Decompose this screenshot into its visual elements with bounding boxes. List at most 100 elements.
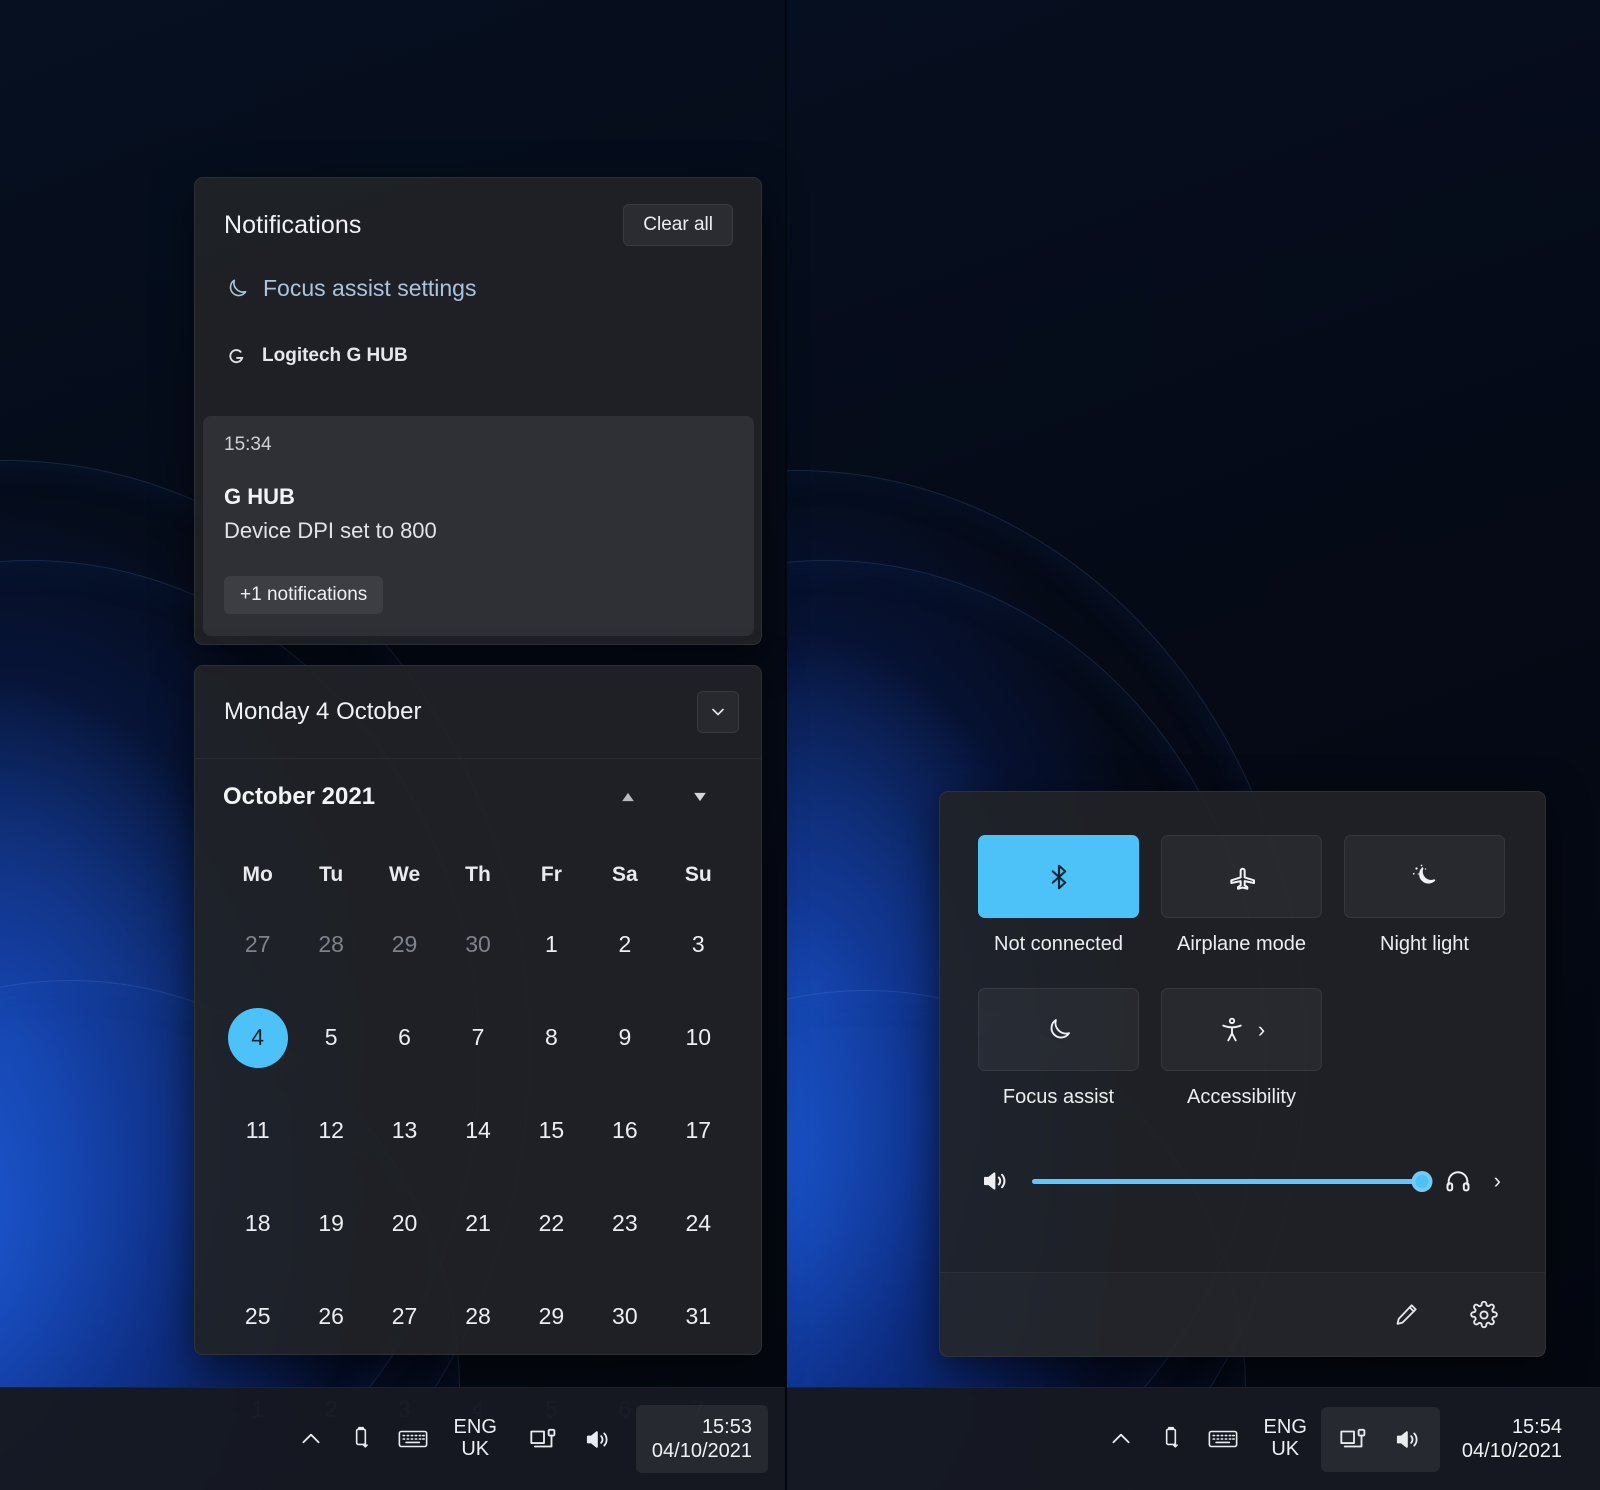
calendar-day[interactable]: 30 bbox=[448, 915, 508, 975]
clock-right[interactable]: 15:54 04/10/2021 bbox=[1446, 1405, 1578, 1473]
calendar-month-label[interactable]: October 2021 bbox=[223, 783, 375, 811]
calendar-day[interactable]: 21 bbox=[448, 1194, 508, 1254]
calendar-day[interactable]: 23 bbox=[595, 1194, 655, 1254]
volume-icon[interactable] bbox=[571, 1415, 624, 1464]
network-volume-group-left[interactable] bbox=[511, 1407, 630, 1472]
more-notifications-button[interactable]: +1 notifications bbox=[224, 576, 384, 614]
calendar-expand-button[interactable] bbox=[697, 691, 739, 733]
quick-setting-tile[interactable] bbox=[1161, 835, 1322, 918]
calendar-week-row: 25 26 27 28 29 30 31 bbox=[221, 1281, 735, 1352]
clock-left[interactable]: 15:53 04/10/2021 bbox=[635, 1405, 768, 1473]
calendar-day[interactable]: 27 bbox=[375, 1287, 435, 1347]
calendar-day[interactable]: 18 bbox=[228, 1194, 288, 1254]
calendar-day[interactable]: 25 bbox=[228, 1287, 288, 1347]
focus-assist-settings-label: Focus assist settings bbox=[263, 275, 477, 301]
chevron-up-icon bbox=[298, 1426, 324, 1452]
volume-icon[interactable] bbox=[980, 1166, 1010, 1196]
calendar-week-row: 27 28 29 30 1 2 3 bbox=[221, 909, 735, 980]
quick-setting-tile-label: Airplane mode bbox=[1177, 933, 1306, 955]
quick-setting-tile[interactable] bbox=[1344, 835, 1505, 918]
clear-all-button[interactable]: Clear all bbox=[623, 204, 733, 246]
calendar-cell: 18 bbox=[221, 1188, 294, 1259]
calendar-day[interactable]: 27 bbox=[228, 915, 288, 975]
calendar-day[interactable]: 31 bbox=[668, 1287, 728, 1347]
calendar-day[interactable]: 17 bbox=[668, 1101, 728, 1161]
volume-icon[interactable] bbox=[1381, 1415, 1434, 1464]
chevron-up-icon bbox=[1108, 1426, 1134, 1452]
network-icon[interactable] bbox=[1327, 1416, 1381, 1462]
calendar-nav-group bbox=[615, 784, 731, 810]
calendar-cell: 13 bbox=[368, 1095, 441, 1166]
clock-date: 04/10/2021 bbox=[651, 1440, 752, 1462]
calendar-day[interactable]: 8 bbox=[521, 1008, 581, 1068]
calendar-cell: 22 bbox=[515, 1188, 588, 1259]
calendar-day[interactable]: 12 bbox=[301, 1101, 361, 1161]
calendar-day[interactable]: 24 bbox=[668, 1194, 728, 1254]
volume-slider-thumb[interactable] bbox=[1411, 1170, 1433, 1192]
calendar-day[interactable]: 28 bbox=[301, 915, 361, 975]
calendar-day-today[interactable]: 4 bbox=[227, 1007, 288, 1068]
calendar-day[interactable]: 16 bbox=[595, 1101, 655, 1161]
calendar-cell: 8 bbox=[515, 1002, 588, 1073]
calendar-day[interactable]: 2 bbox=[595, 915, 655, 975]
calendar-day[interactable]: 19 bbox=[301, 1194, 361, 1254]
chevron-right-icon[interactable]: › bbox=[1258, 1018, 1265, 1041]
calendar-prev-button[interactable] bbox=[615, 784, 641, 810]
keyboard-icon[interactable] bbox=[386, 1417, 440, 1461]
calendar-week-row: 4 5 6 7 8 9 10 bbox=[221, 1002, 735, 1073]
calendar-day[interactable]: 10 bbox=[668, 1008, 728, 1068]
calendar-header[interactable]: Monday 4 October bbox=[195, 666, 761, 759]
quick-settings-footer bbox=[940, 1272, 1545, 1356]
night-light-icon bbox=[1410, 862, 1440, 892]
headphones-icon[interactable] bbox=[1444, 1167, 1472, 1195]
settings-button[interactable] bbox=[1467, 1298, 1501, 1332]
pencil-icon bbox=[1393, 1301, 1420, 1328]
network-volume-group-right[interactable] bbox=[1320, 1406, 1440, 1472]
quick-setting-tile[interactable] bbox=[978, 835, 1139, 918]
calendar-day[interactable]: 5 bbox=[301, 1008, 361, 1068]
network-icon[interactable] bbox=[517, 1416, 571, 1462]
calendar-day[interactable]: 14 bbox=[448, 1101, 508, 1161]
notifications-title: Notifications bbox=[224, 210, 362, 239]
keyboard-icon[interactable] bbox=[1196, 1417, 1250, 1461]
calendar-day[interactable]: 22 bbox=[521, 1194, 581, 1254]
language-indicator[interactable]: ENG UK bbox=[1250, 1411, 1321, 1466]
clock-time: 15:53 bbox=[701, 1416, 752, 1438]
calendar-day[interactable]: 29 bbox=[375, 915, 435, 975]
calendar-day[interactable]: 1 bbox=[521, 915, 581, 975]
calendar-cell: 6 bbox=[368, 1002, 441, 1073]
moon-icon bbox=[224, 276, 250, 302]
calendar-next-button[interactable] bbox=[687, 784, 713, 810]
calendar-day[interactable]: 3 bbox=[668, 915, 728, 975]
language-indicator[interactable]: ENG UK bbox=[440, 1411, 511, 1466]
calendar-cell: 17 bbox=[662, 1095, 735, 1166]
focus-assist-settings-link[interactable]: Focus assist settings bbox=[195, 246, 761, 302]
calendar-week-row: 11 12 13 14 15 16 17 bbox=[221, 1095, 735, 1166]
quick-setting-tile[interactable] bbox=[978, 988, 1139, 1071]
show-hidden-icons-button[interactable] bbox=[286, 1416, 336, 1462]
calendar-day[interactable]: 6 bbox=[375, 1008, 435, 1068]
audio-output-arrow[interactable]: › bbox=[1494, 1168, 1501, 1194]
notification-card[interactable]: 15:34 G HUB Device DPI set to 800 +1 not… bbox=[203, 416, 754, 636]
calendar-day[interactable]: 7 bbox=[448, 1008, 508, 1068]
calendar-day[interactable]: 28 bbox=[448, 1287, 508, 1347]
volume-slider[interactable] bbox=[1032, 1168, 1433, 1194]
edit-quick-settings-button[interactable] bbox=[1389, 1298, 1423, 1332]
quick-setting-tile[interactable]: › bbox=[1161, 988, 1322, 1071]
calendar-day[interactable]: 13 bbox=[375, 1101, 435, 1161]
calendar-day[interactable]: 11 bbox=[228, 1101, 288, 1161]
usb-eject-icon[interactable] bbox=[336, 1416, 386, 1462]
notification-app-group[interactable]: Logitech G HUB bbox=[195, 302, 761, 367]
calendar-day[interactable]: 29 bbox=[521, 1287, 581, 1347]
usb-eject-icon[interactable] bbox=[1146, 1416, 1196, 1462]
calendar-day[interactable]: 30 bbox=[595, 1287, 655, 1347]
calendar-day[interactable]: 15 bbox=[521, 1101, 581, 1161]
calendar-day[interactable]: 20 bbox=[375, 1194, 435, 1254]
taskbar-right: ENG UK 15:54 04/10/2021 bbox=[786, 1387, 1600, 1490]
notification-app-name: Logitech G HUB bbox=[262, 345, 408, 366]
accessibility-icon bbox=[1218, 1016, 1246, 1044]
calendar-day[interactable]: 9 bbox=[595, 1008, 655, 1068]
calendar-day[interactable]: 26 bbox=[301, 1287, 361, 1347]
show-hidden-icons-button[interactable] bbox=[1096, 1416, 1146, 1462]
calendar-cell: 14 bbox=[441, 1095, 514, 1166]
